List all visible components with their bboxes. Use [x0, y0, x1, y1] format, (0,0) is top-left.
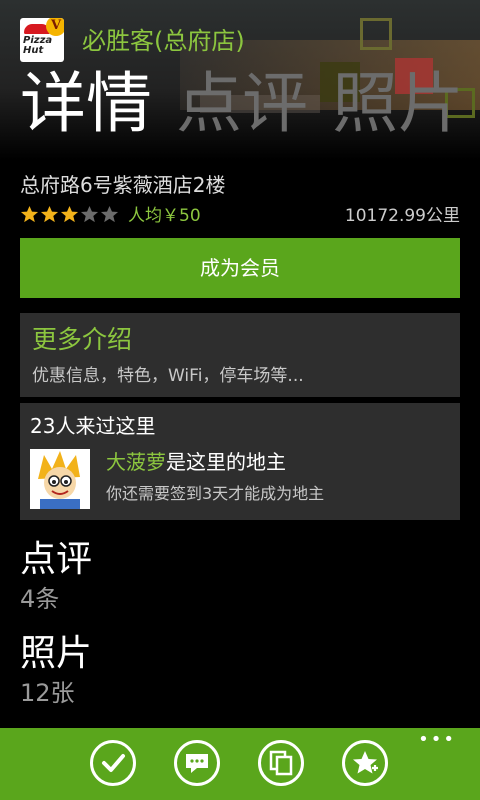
- tab-reviews[interactable]: 点评: [176, 64, 308, 144]
- more-intro-title: 更多介绍: [32, 325, 133, 354]
- copy-button[interactable]: [258, 740, 304, 786]
- average-price: 人均￥50: [128, 206, 201, 226]
- photos-section-title[interactable]: 照片: [20, 632, 92, 676]
- app-bar: •••: [0, 728, 480, 800]
- comment-icon: [186, 754, 208, 773]
- tab-details[interactable]: 详情: [20, 64, 152, 144]
- star-filled-icon: [40, 205, 59, 223]
- check-in-button[interactable]: [90, 740, 136, 786]
- visitors-panel[interactable]: 23人来过这里 大菠萝是这里的地主 你还需要签到3天才能成为地主: [20, 403, 460, 520]
- rating-stars: [20, 205, 119, 224]
- more-intro-panel[interactable]: 更多介绍 优惠信息，特色，WiFi，停车场等...: [20, 313, 460, 397]
- reviews-section-title[interactable]: 点评: [20, 538, 92, 582]
- check-in-icon: [102, 754, 125, 772]
- owner-suffix: 是这里的地主: [166, 450, 286, 474]
- logo-text: Pizza Hut: [23, 35, 53, 56]
- restaurant-logo: Pizza Hut V: [20, 18, 64, 62]
- star-empty-icon: [100, 205, 119, 223]
- favorite-button[interactable]: [342, 740, 388, 786]
- photos-count: 12张: [20, 679, 75, 707]
- star-filled-icon: [60, 205, 79, 223]
- rating-row: 人均￥50 10172.99公里: [20, 203, 460, 229]
- copy-icon: [269, 750, 293, 776]
- app-title: 必胜客(总府店): [82, 27, 245, 55]
- become-member-button[interactable]: 成为会员: [20, 238, 460, 298]
- visitors-count: 23人来过这里: [30, 414, 156, 438]
- more-options-icon[interactable]: •••: [418, 731, 456, 749]
- star-empty-icon: [80, 205, 99, 223]
- owner-name[interactable]: 大菠萝: [106, 450, 166, 474]
- address: 总府路6号紫薇酒店2楼: [20, 173, 226, 197]
- more-intro-subtitle: 优惠信息，特色，WiFi，停车场等...: [32, 366, 304, 386]
- tab-photos[interactable]: 照片: [332, 64, 464, 144]
- pivot-header: 详情 点评 照片: [20, 64, 464, 144]
- owner-line: 大菠萝是这里的地主: [106, 447, 286, 477]
- owner-avatar[interactable]: [30, 449, 90, 509]
- vip-badge: V: [46, 18, 64, 36]
- distance: 10172.99公里: [344, 206, 460, 226]
- favorite-icon: [353, 751, 378, 774]
- reviews-count: 4条: [20, 585, 60, 613]
- comment-button[interactable]: [174, 740, 220, 786]
- star-filled-icon: [20, 205, 39, 223]
- owner-hint: 你还需要签到3天才能成为地主: [106, 484, 325, 503]
